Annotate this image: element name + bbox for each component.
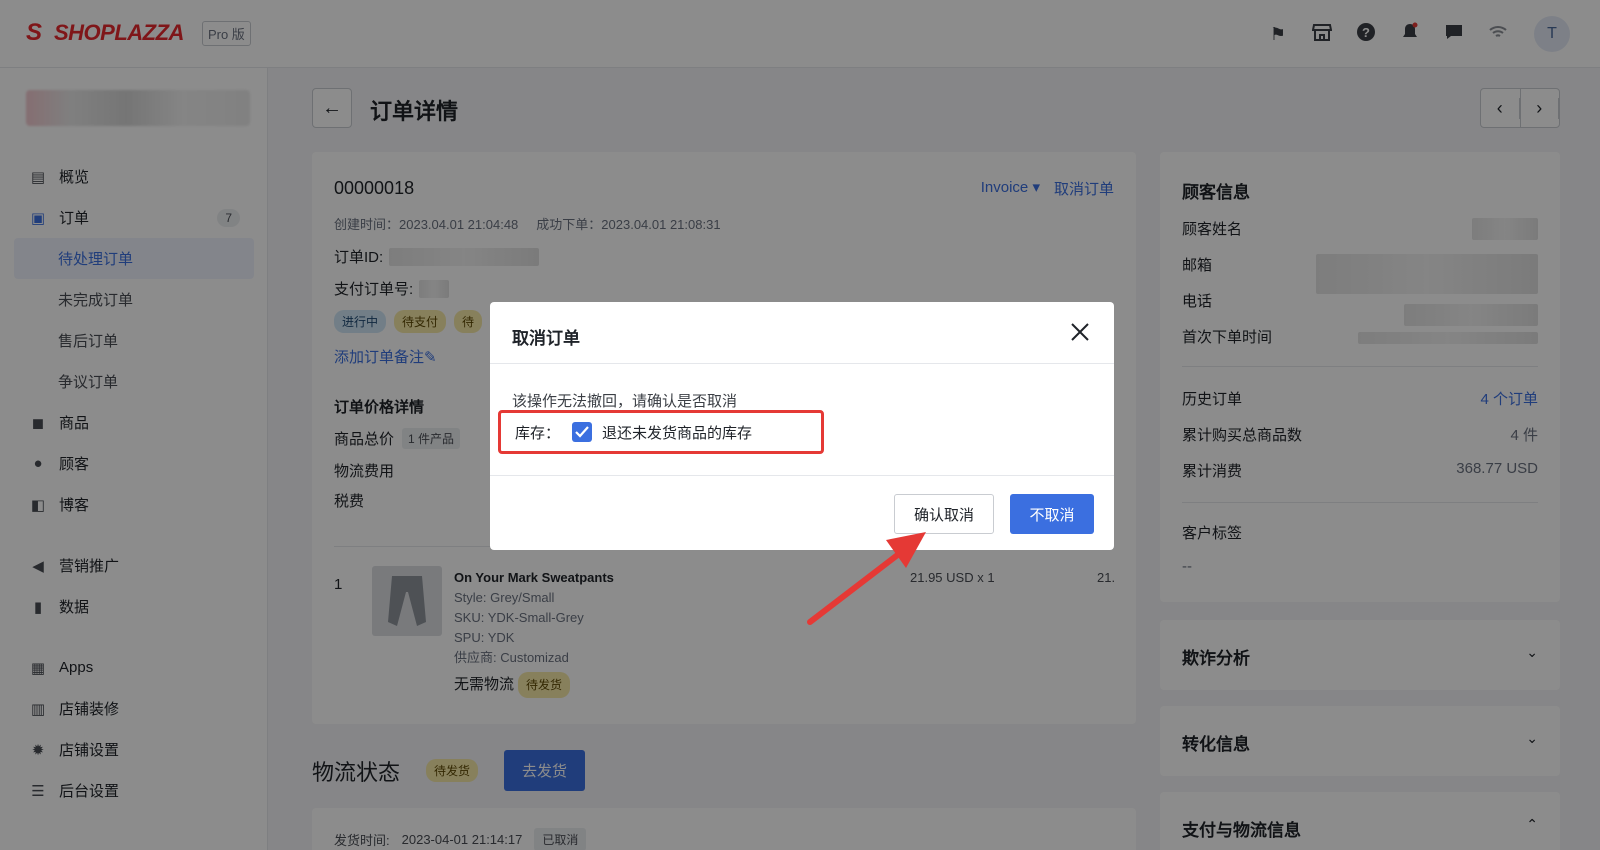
dialog-message: 该操作无法撤回，请确认是否取消 [512, 393, 738, 410]
inventory-label: 库存： [515, 424, 561, 442]
restock-option: 库存： 退还未发货商品的库存 [498, 410, 824, 454]
cancel-order-dialog: 取消订单 该操作无法撤回，请确认是否取消 库存： 退还未发货商品的库存 确认取消… [490, 302, 1114, 550]
keep-order-button[interactable]: 不取消 [1010, 494, 1094, 534]
restock-label[interactable]: 退还未发货商品的库存 [602, 422, 752, 443]
dialog-body: 该操作无法撤回，请确认是否取消 库存： 退还未发货商品的库存 [490, 364, 1114, 476]
close-button[interactable] [1064, 316, 1096, 348]
restock-checkbox[interactable] [572, 422, 593, 442]
annotation-arrow-icon [807, 532, 926, 625]
checkmark-icon [575, 426, 589, 438]
dialog-title: 取消订单 [512, 329, 580, 348]
dialog-header: 取消订单 [490, 302, 1114, 364]
close-icon [1071, 323, 1089, 341]
